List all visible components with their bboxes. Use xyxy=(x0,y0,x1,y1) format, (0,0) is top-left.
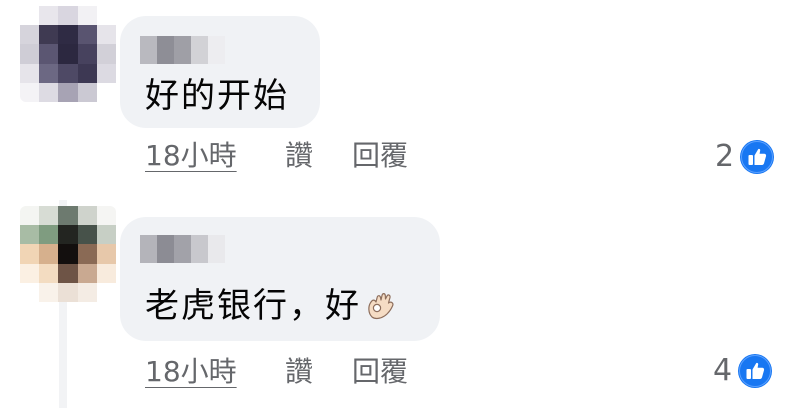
reply-action-button[interactable]: 回覆 xyxy=(352,358,408,386)
avatar-pixel xyxy=(58,25,78,45)
thumbs-up-icon xyxy=(738,354,773,388)
comment-text: 老虎银行，好 xyxy=(145,287,399,323)
avatar-pixel xyxy=(39,44,59,64)
avatar-pixel xyxy=(58,63,78,83)
avatar-pixel xyxy=(39,206,59,226)
avatar-pixel xyxy=(58,206,78,226)
reaction-count: 4 xyxy=(713,353,733,388)
avatar-pixel xyxy=(58,82,78,102)
avatar-pixel xyxy=(39,82,59,102)
avatar-pixel xyxy=(77,82,97,102)
name-blur-pixel xyxy=(191,36,208,64)
avatar-pixel xyxy=(96,63,116,83)
avatar-pixel xyxy=(58,244,78,264)
reaction-count: 2 xyxy=(715,139,735,174)
comment-text-content: 老虎银行，好 xyxy=(145,286,361,326)
comment-timestamp[interactable]: 18小時 xyxy=(145,358,237,386)
avatar-pixel xyxy=(77,206,97,226)
avatar-pixel xyxy=(58,44,78,64)
avatar-pixel xyxy=(39,263,59,283)
avatar-pixel xyxy=(77,244,97,264)
like-action-button[interactable]: 讚 xyxy=(285,358,313,386)
reply-action-button[interactable]: 回覆 xyxy=(352,142,408,170)
reaction-summary[interactable]: 4 xyxy=(713,353,773,388)
name-blur-pixel xyxy=(208,235,225,263)
avatar-pixel xyxy=(77,25,97,45)
avatar-pixel xyxy=(39,282,59,302)
thumbs-up-icon xyxy=(740,140,775,174)
avatar-pixel xyxy=(96,282,116,302)
comment-bubble: 老虎银行，好 xyxy=(120,217,440,341)
avatar-pixel xyxy=(20,225,40,245)
avatar-pixel xyxy=(39,63,59,83)
avatar-pixel xyxy=(20,282,40,302)
name-blur-pixel xyxy=(191,235,208,263)
comment-thread: 好的开始 18小時 讚 回覆 2 老虎银行，好 18小時 讚 回覆 4 xyxy=(0,0,800,408)
avatar-pixel xyxy=(77,44,97,64)
author-name[interactable] xyxy=(140,235,225,263)
name-blur-pixel xyxy=(208,36,225,64)
avatar-pixel xyxy=(77,225,97,245)
like-action-button[interactable]: 讚 xyxy=(285,142,313,170)
avatar-pixel xyxy=(39,225,59,245)
avatar-pixel xyxy=(77,263,97,283)
name-blur-pixel xyxy=(174,235,191,263)
avatar-pixel xyxy=(58,263,78,283)
avatar-pixel xyxy=(96,25,116,45)
name-blur-pixel xyxy=(157,36,174,64)
avatar-pixel xyxy=(39,6,59,26)
avatar-pixel xyxy=(77,282,97,302)
avatar-pixel xyxy=(96,225,116,245)
avatar-pixel xyxy=(20,244,40,264)
reaction-summary[interactable]: 2 xyxy=(715,139,775,174)
avatar-pixel xyxy=(20,6,40,26)
avatar-pixel xyxy=(20,206,40,226)
avatar-pixel xyxy=(77,63,97,83)
avatar-pixel xyxy=(96,82,116,102)
avatar-pixel xyxy=(96,44,116,64)
name-blur-pixel xyxy=(174,36,191,64)
avatar-pixel xyxy=(96,206,116,226)
name-blur-pixel xyxy=(140,235,157,263)
comment-text: 好的开始 xyxy=(145,76,289,116)
name-blur-pixel xyxy=(157,235,174,263)
avatar-pixel xyxy=(20,263,40,283)
avatar-pixel xyxy=(39,244,59,264)
ok-hand-icon xyxy=(363,287,399,323)
avatar[interactable] xyxy=(20,6,116,102)
avatar-pixel xyxy=(58,225,78,245)
avatar-pixel xyxy=(39,25,59,45)
avatar-pixel xyxy=(96,6,116,26)
avatar-pixel xyxy=(58,6,78,26)
name-blur-pixel xyxy=(140,36,157,64)
avatar-pixel xyxy=(20,25,40,45)
avatar-pixel xyxy=(58,282,78,302)
avatar-pixel xyxy=(20,63,40,83)
avatar[interactable] xyxy=(20,206,116,302)
comment-timestamp[interactable]: 18小時 xyxy=(145,142,237,170)
author-name[interactable] xyxy=(140,36,225,64)
avatar-pixel xyxy=(96,244,116,264)
avatar-pixel xyxy=(20,44,40,64)
avatar-pixel xyxy=(96,263,116,283)
comment-bubble: 好的开始 xyxy=(120,16,320,128)
avatar-pixel xyxy=(20,82,40,102)
avatar-pixel xyxy=(77,6,97,26)
